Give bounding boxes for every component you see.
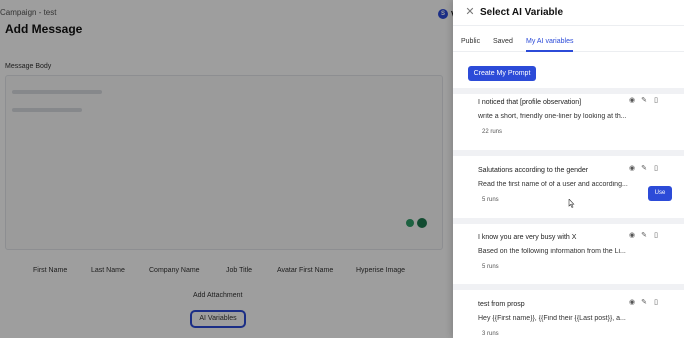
card-actions: ◉ ✎ ▯ — [628, 232, 660, 240]
card-divider — [453, 150, 684, 156]
trash-icon[interactable]: ▯ — [652, 299, 660, 307]
card-description: Read the first name of of a user and acc… — [478, 181, 628, 188]
card-runs: 3 runs — [482, 331, 499, 337]
trash-icon[interactable]: ▯ — [652, 232, 660, 240]
card-title: I noticed that [profile observation] — [478, 99, 582, 106]
card-runs: 5 runs — [482, 197, 499, 203]
tab-bar: Public Saved My AI variables — [453, 36, 684, 52]
card-title: I know you are very busy with X — [478, 234, 577, 241]
edit-icon[interactable]: ✎ — [640, 299, 648, 307]
card-divider — [453, 88, 684, 94]
card-title: test from prosp — [478, 301, 525, 308]
card-actions: ◉ ✎ ▯ — [628, 299, 660, 307]
edit-icon[interactable]: ✎ — [640, 232, 648, 240]
use-button[interactable]: Use — [648, 186, 672, 201]
eye-icon[interactable]: ◉ — [628, 232, 636, 240]
drawer-header: ✕ Select AI Variable — [453, 0, 684, 26]
card-runs: 5 runs — [482, 264, 499, 270]
card-description: write a short, friendly one-liner by loo… — [478, 113, 627, 120]
card-divider — [453, 284, 684, 290]
mouse-cursor-icon — [568, 199, 575, 208]
card-description: Based on the following information from … — [478, 248, 626, 255]
eye-icon[interactable]: ◉ — [628, 165, 636, 173]
card-title: Salutations according to the gender — [478, 167, 589, 174]
card-actions: ◉ ✎ ▯ — [628, 97, 660, 105]
edit-icon[interactable]: ✎ — [640, 97, 648, 105]
tab-saved[interactable]: Saved — [493, 38, 513, 52]
drawer-title: Select AI Variable — [480, 7, 564, 18]
select-ai-variable-drawer: ✕ Select AI Variable Public Saved My AI … — [453, 0, 684, 338]
card-description: Hey {{First name}}, {{Find their {{Last … — [478, 315, 626, 322]
create-my-prompt-button[interactable]: Create My Prompt — [468, 66, 536, 81]
trash-icon[interactable]: ▯ — [652, 97, 660, 105]
tab-public[interactable]: Public — [461, 38, 480, 52]
trash-icon[interactable]: ▯ — [652, 165, 660, 173]
eye-icon[interactable]: ◉ — [628, 299, 636, 307]
card-divider — [453, 218, 684, 224]
card-actions: ◉ ✎ ▯ — [628, 165, 660, 173]
close-icon[interactable]: ✕ — [464, 6, 476, 18]
tab-my-ai-variables[interactable]: My AI variables — [526, 38, 574, 52]
eye-icon[interactable]: ◉ — [628, 97, 636, 105]
card-runs: 22 runs — [482, 129, 503, 135]
edit-icon[interactable]: ✎ — [640, 165, 648, 173]
